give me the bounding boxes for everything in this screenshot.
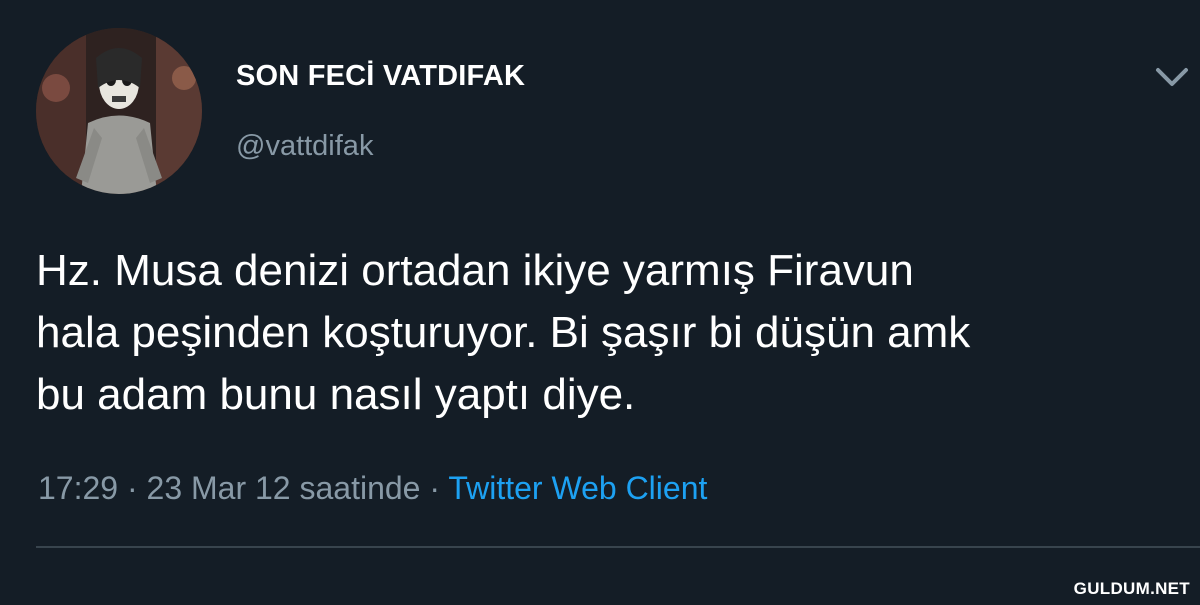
tweet-meta: 17:29 · 23 Mar 12 saatinde · Twitter Web…	[38, 470, 707, 507]
tweet-card: SON FECİ VATDIFAK @vattdifak Hz. Musa de…	[0, 0, 1200, 605]
source-link[interactable]: Twitter Web Client	[448, 470, 707, 506]
avatar[interactable]	[36, 28, 202, 194]
tweet-text-line: Hz. Musa denizi ortadan ikiye yarmış Fir…	[36, 246, 914, 295]
tweet-text-line: hala peşinden koşturuyor. Bi şaşır bi dü…	[36, 308, 971, 357]
display-name[interactable]: SON FECİ VATDIFAK	[236, 60, 525, 93]
divider	[36, 546, 1200, 548]
tweet-text: Hz. Musa denizi ortadan ikiye yarmış Fir…	[36, 240, 1196, 426]
handle[interactable]: @vattdifak	[236, 130, 373, 163]
chevron-down-icon[interactable]	[1152, 60, 1192, 94]
timestamp[interactable]: 17:29 · 23 Mar 12 saatinde ·	[38, 470, 440, 506]
tweet-text-line: bu adam bunu nasıl yaptı diye.	[36, 370, 636, 419]
avatar-image	[36, 28, 202, 194]
watermark: GULDUM.NET	[1073, 579, 1190, 598]
